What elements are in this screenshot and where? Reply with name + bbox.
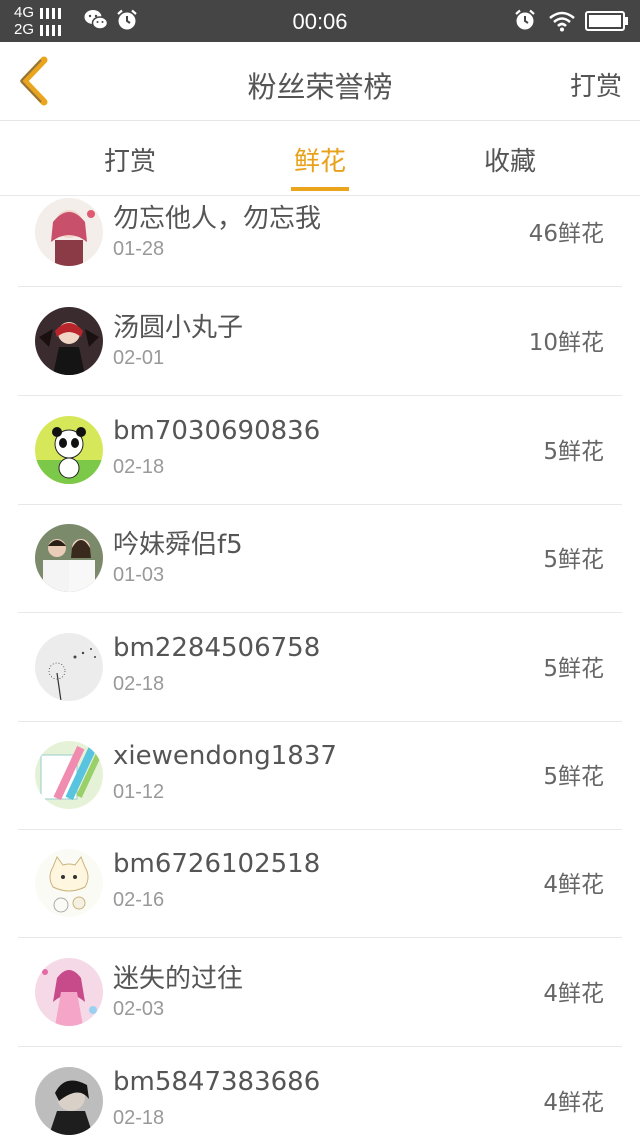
alarm-icon bbox=[515, 9, 535, 30]
fan-date: 02-18 bbox=[113, 673, 165, 695]
tab-reward[interactable]: 打赏 bbox=[70, 141, 190, 178]
list-item[interactable]: 汤圆小丸子 02-01 10鲜花 bbox=[18, 287, 622, 396]
avatar bbox=[35, 741, 103, 809]
avatar bbox=[35, 633, 103, 701]
nav-header: 粉丝荣誉榜 打赏 bbox=[0, 42, 640, 121]
clock-time: 00:06 bbox=[292, 9, 348, 34]
fan-name: bm5847383686 bbox=[113, 1067, 321, 1097]
fan-date: 02-18 bbox=[113, 456, 165, 478]
fan-name: bm6726102518 bbox=[113, 849, 321, 879]
list-item[interactable]: bm2284506758 02-18 5鲜花 bbox=[18, 613, 622, 722]
avatar bbox=[35, 1067, 103, 1135]
avatar bbox=[35, 524, 103, 592]
flower-count: 5鲜花 bbox=[543, 656, 604, 682]
fan-ranking-list: 勿忘他人，勿忘我 01-28 46鲜花 汤圆小丸子 02-01 10鲜花 bm7… bbox=[18, 196, 622, 1138]
list-item[interactable]: 勿忘他人，勿忘我 01-28 46鲜花 bbox=[18, 196, 622, 287]
fan-date: 01-03 bbox=[113, 564, 165, 586]
flower-count: 46鲜花 bbox=[528, 221, 604, 247]
avatar bbox=[35, 958, 103, 1026]
fan-name: 吟妹舜侣f5 bbox=[113, 530, 243, 560]
list-item[interactable]: 吟妹舜侣f5 01-03 5鲜花 bbox=[18, 504, 622, 613]
tab-flowers[interactable]: 鲜花 bbox=[260, 141, 380, 178]
list-item[interactable]: xiewendong1837 01-12 5鲜花 bbox=[18, 721, 622, 830]
battery-icon bbox=[585, 11, 628, 31]
fan-name: xiewendong1837 bbox=[113, 741, 337, 771]
fan-name: 汤圆小丸子 bbox=[113, 313, 244, 343]
avatar bbox=[35, 416, 103, 484]
tab-favorites[interactable]: 收藏 bbox=[450, 141, 570, 178]
fan-date: 02-01 bbox=[113, 347, 165, 369]
flower-count: 10鲜花 bbox=[528, 330, 604, 356]
list-item[interactable]: 迷失的过往 02-03 4鲜花 bbox=[18, 938, 622, 1047]
fan-name: bm2284506758 bbox=[113, 633, 321, 663]
tab-bar: 打赏 鲜花 收藏 bbox=[0, 121, 640, 196]
avatar bbox=[35, 198, 103, 266]
fan-date: 02-16 bbox=[113, 889, 165, 911]
fan-date: 02-18 bbox=[113, 1107, 165, 1129]
flower-count: 4鲜花 bbox=[543, 1090, 604, 1116]
fan-date: 01-12 bbox=[113, 781, 165, 803]
flower-count: 5鲜花 bbox=[543, 764, 604, 790]
page-title: 粉丝荣誉榜 bbox=[247, 70, 393, 104]
fan-date: 02-03 bbox=[113, 998, 165, 1020]
list-item[interactable]: bm7030690836 02-18 5鲜花 bbox=[18, 396, 622, 505]
list-item[interactable]: bm5847383686 02-18 4鲜花 bbox=[18, 1047, 622, 1138]
wifi-icon bbox=[549, 11, 575, 32]
fan-name: 迷失的过往 bbox=[113, 964, 244, 994]
fan-name: 勿忘他人，勿忘我 bbox=[113, 204, 322, 234]
fan-name: bm7030690836 bbox=[113, 416, 321, 446]
list-item[interactable]: bm6726102518 02-16 4鲜花 bbox=[18, 829, 622, 938]
reward-button[interactable]: 打赏 bbox=[570, 66, 622, 103]
active-tab-indicator bbox=[291, 187, 349, 191]
flower-count: 5鲜花 bbox=[543, 439, 604, 465]
avatar bbox=[35, 849, 103, 917]
status-bar: 4G 2G 00:06 bbox=[0, 0, 640, 42]
flower-count: 4鲜花 bbox=[543, 981, 604, 1007]
fan-date: 01-28 bbox=[113, 238, 165, 260]
avatar bbox=[35, 307, 103, 375]
flower-count: 4鲜花 bbox=[543, 872, 604, 898]
flower-count: 5鲜花 bbox=[543, 547, 604, 573]
